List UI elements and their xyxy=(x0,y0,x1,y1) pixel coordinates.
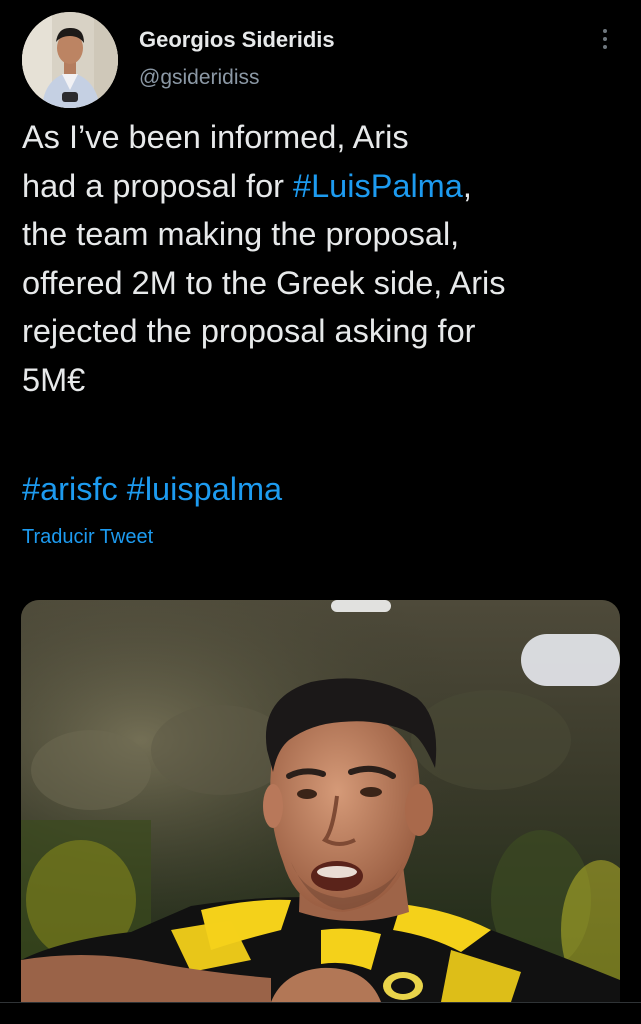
author-handle[interactable]: @gsideridiss xyxy=(139,66,260,90)
tweet-text-line: 5M€ xyxy=(22,361,86,398)
more-vertical-icon xyxy=(603,45,607,49)
avatar-photo xyxy=(22,12,118,108)
tweet-text-fragment: had a proposal for xyxy=(22,167,294,204)
hashtag-list: #arisfc #luispalma xyxy=(22,465,282,513)
author-name[interactable]: Georgios Sideridis xyxy=(139,27,335,53)
tweet-text-fragment: , xyxy=(462,167,472,204)
more-vertical-icon xyxy=(603,37,607,41)
tweet-text-line: had a proposal for #LuisPalma, xyxy=(22,162,622,211)
hashtag-link-luispalma[interactable]: #LuisPalma xyxy=(293,168,463,204)
tweet-text-line: the team making the proposal, xyxy=(22,216,460,252)
avatar[interactable] xyxy=(22,12,118,108)
hashtag-link-luispalma-lower[interactable]: #luispalma xyxy=(127,471,282,507)
tweet-text-line: offered 2M to the Greek side, Aris xyxy=(22,264,506,301)
more-vertical-icon xyxy=(603,29,607,33)
more-options-button[interactable] xyxy=(590,26,620,56)
bottom-divider xyxy=(0,1002,641,1003)
hashtag-link-arisfc[interactable]: #arisfc xyxy=(22,471,118,507)
tweet-text-line: As I’ve been informed, Aris xyxy=(22,119,409,155)
tweet-media-image[interactable] xyxy=(21,600,620,1002)
player-photo xyxy=(21,600,620,1002)
tweet: Georgios Sideridis @gsideridiss As I’ve … xyxy=(0,0,641,1024)
tweet-text-line: rejected the proposal asking for xyxy=(22,313,476,349)
translate-tweet-link[interactable]: Traducir Tweet xyxy=(22,526,153,549)
tweet-text: As I’ve been informed, Aris had a propos… xyxy=(22,113,622,404)
